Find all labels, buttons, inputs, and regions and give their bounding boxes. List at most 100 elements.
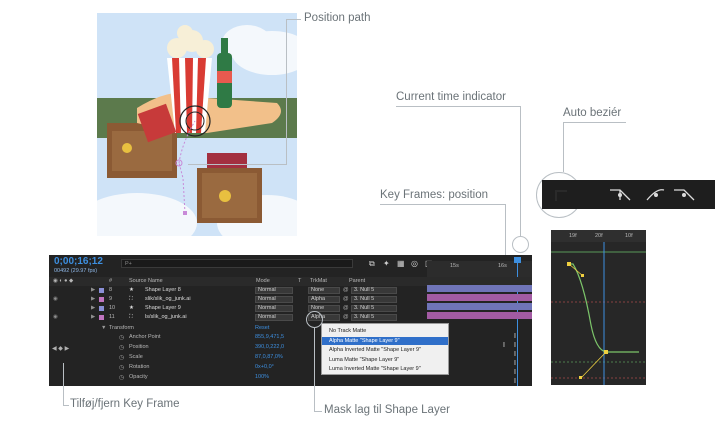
- label-color-swatch[interactable]: [99, 288, 104, 293]
- leader-line: [520, 106, 521, 236]
- layer-parent-dropdown[interactable]: 3. Null 5: [351, 296, 397, 303]
- callout-mask-layer: Mask lag til Shape Layer: [324, 404, 450, 416]
- leader-line: [63, 363, 64, 406]
- track-bar-layer-8[interactable]: [427, 285, 532, 292]
- leader-line: [188, 164, 287, 165]
- transform-label: Transform: [109, 325, 134, 331]
- leader-line: [380, 204, 506, 205]
- timeline-panel: 0;00;16;12 00492 (29.97 fps) P+ ⧉ ✦ ▦ ◎ …: [49, 255, 532, 386]
- current-timecode[interactable]: 0;00;16;12: [54, 256, 103, 267]
- time-indicator-head[interactable]: [514, 257, 521, 263]
- layer-mode-dropdown[interactable]: Normal: [255, 305, 293, 312]
- chevron-down-icon[interactable]: ▼: [101, 325, 106, 331]
- layer-mode-dropdown[interactable]: Normal: [255, 296, 293, 303]
- leader-line: [563, 122, 564, 172]
- layer-type-icon: ⛶: [129, 296, 133, 302]
- property-name: Scale: [129, 354, 143, 360]
- keyframe-marker[interactable]: I: [514, 351, 516, 358]
- layer-name[interactable]: Shape Layer 9: [145, 305, 181, 311]
- eye-icon[interactable]: ◉: [53, 296, 58, 302]
- layer-name[interactable]: Shape Layer 8: [145, 287, 181, 293]
- column-number: #: [109, 278, 113, 284]
- eye-icon[interactable]: ◉: [53, 314, 58, 320]
- matte-menu-item[interactable]: Alpha Inverted Matte "Shape Layer 9": [322, 346, 448, 354]
- layer-parent-dropdown[interactable]: 3. Null 5: [351, 287, 397, 294]
- pickwhip-icon[interactable]: @: [343, 305, 349, 311]
- chevron-right-icon[interactable]: ▶: [91, 305, 95, 311]
- keyframe-marker[interactable]: I: [514, 378, 516, 385]
- transform-reset-link[interactable]: Reset: [255, 325, 269, 331]
- keyframe-nav-icon[interactable]: ◀ ◆ ▶: [52, 345, 69, 352]
- column-t: T: [298, 278, 302, 284]
- matte-menu-item[interactable]: Luma Matte "Shape Layer 9": [322, 356, 448, 364]
- track-bar-layer-9[interactable]: [427, 294, 532, 301]
- label-color-swatch[interactable]: [99, 315, 104, 320]
- ruler-label: 16s: [498, 263, 507, 269]
- visibility-icon: ◉ ◐ ● ◆: [53, 278, 74, 284]
- layer-name[interactable]: ls/slik_og_junk.ai: [145, 314, 187, 320]
- layer-trkmat-dropdown[interactable]: Alpha: [308, 296, 340, 303]
- keyframe-marker[interactable]: I: [514, 360, 516, 367]
- stopwatch-icon[interactable]: ◷: [119, 334, 124, 341]
- shy-icon[interactable]: ✦: [383, 259, 390, 268]
- parent-value: 3. Null 5: [354, 314, 375, 320]
- parent-value: 3. Null 5: [354, 296, 375, 302]
- column-parent[interactable]: Parent: [349, 278, 365, 284]
- frame-blend-icon[interactable]: ▦: [397, 259, 405, 268]
- layer-name[interactable]: slik/slik_og_junk.ai: [145, 296, 191, 302]
- track-bar-layer-10[interactable]: [427, 303, 532, 310]
- track-bar-layer-11[interactable]: [427, 312, 532, 319]
- layer-parent-dropdown[interactable]: 3. Null 5: [351, 305, 397, 312]
- property-name: Position: [129, 344, 149, 350]
- callout-position-path: Position path: [304, 12, 371, 24]
- speed-graph[interactable]: [551, 230, 646, 385]
- graph-editor-panel: 19f 20f 10f: [551, 230, 646, 385]
- stopwatch-icon[interactable]: ◷: [119, 364, 124, 371]
- property-value[interactable]: 100%: [255, 374, 269, 380]
- matte-menu-item[interactable]: Luma Inverted Matte "Shape Layer 9": [322, 365, 448, 373]
- property-value[interactable]: 390,0,222,0: [255, 344, 284, 350]
- fps-readout: 00492 (29.97 fps): [54, 268, 98, 274]
- stopwatch-icon[interactable]: ◷: [119, 354, 124, 361]
- pickwhip-icon[interactable]: @: [343, 296, 349, 302]
- layer-search-input[interactable]: P+: [121, 259, 353, 268]
- keyframe-marker[interactable]: I: [514, 369, 516, 376]
- track-matte-menu[interactable]: No Track Matte Alpha Matte "Shape Layer 9…: [321, 323, 449, 375]
- stopwatch-icon[interactable]: ◷: [119, 344, 124, 351]
- pickwhip-icon[interactable]: @: [343, 287, 349, 293]
- composition-preview: [97, 13, 297, 236]
- property-value[interactable]: 855,9,471,5: [255, 334, 284, 340]
- callout-key-frames-position: Key Frames: position: [380, 189, 489, 201]
- leader-line: [286, 19, 301, 20]
- mode-value: Normal: [258, 314, 276, 320]
- property-value[interactable]: 87,0,87,0%: [255, 354, 283, 360]
- label-color-swatch[interactable]: [99, 306, 104, 311]
- chevron-right-icon[interactable]: ▶: [91, 296, 95, 302]
- stopwatch-icon[interactable]: ◷: [119, 374, 124, 381]
- keyframe-marker[interactable]: I: [514, 333, 516, 340]
- layer-mode-dropdown[interactable]: Normal: [255, 314, 293, 321]
- layer-type-icon: ⛶: [129, 314, 133, 320]
- keyframe-marker[interactable]: I: [514, 342, 516, 349]
- keyframe-marker[interactable]: I: [503, 342, 505, 349]
- layer-trkmat-dropdown[interactable]: None: [308, 287, 340, 294]
- layer-number: 10: [109, 305, 116, 311]
- column-source-name[interactable]: Source Name: [129, 278, 163, 284]
- layer-mode-dropdown[interactable]: Normal: [255, 287, 293, 294]
- property-value[interactable]: 0x+0,0°: [255, 364, 274, 370]
- label-color-swatch[interactable]: [99, 297, 104, 302]
- leader-line: [314, 328, 315, 411]
- auto-bezier-icon[interactable]: [551, 185, 575, 205]
- matte-menu-item[interactable]: Alpha Matte "Shape Layer 9": [322, 336, 448, 345]
- chevron-right-icon[interactable]: ▶: [91, 287, 95, 293]
- mode-value: Normal: [258, 296, 276, 302]
- column-mode[interactable]: Mode: [256, 278, 270, 284]
- motion-blur-icon[interactable]: ◎: [411, 259, 418, 268]
- matte-menu-item[interactable]: No Track Matte: [322, 327, 448, 335]
- chevron-right-icon[interactable]: ▶: [91, 314, 95, 320]
- comp-icon[interactable]: ⧉: [369, 259, 375, 269]
- layer-parent-dropdown[interactable]: 3. Null 5: [351, 314, 397, 321]
- column-trkmat[interactable]: TrkMat: [310, 278, 327, 284]
- parent-value: 3. Null 5: [354, 305, 375, 311]
- pickwhip-icon[interactable]: @: [343, 314, 349, 320]
